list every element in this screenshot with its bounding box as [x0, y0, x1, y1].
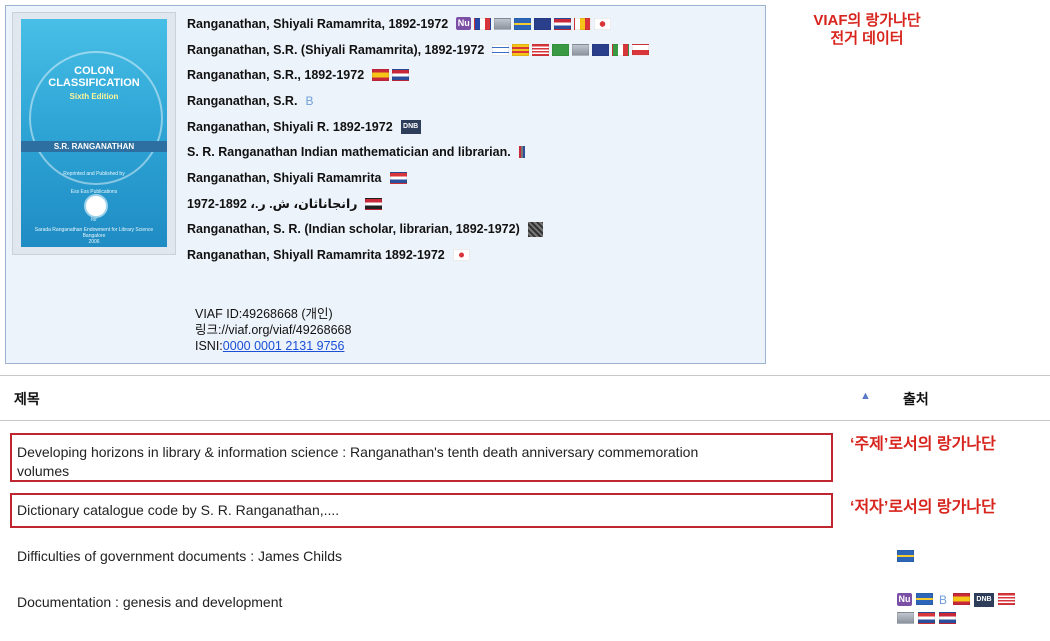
library-flag-icon[interactable] — [494, 17, 512, 30]
cover-author: S.R. RANGANATHAN — [21, 141, 167, 152]
netherlands-flag-icon[interactable] — [392, 69, 410, 82]
column-header-title[interactable]: 제목 — [14, 389, 40, 409]
spain-flag-icon[interactable] — [953, 593, 971, 605]
name-variant-text: Ranganathan, S.R., 1892-1972 — [187, 68, 365, 83]
cover-title-line1: COLON — [74, 65, 114, 77]
row-title[interactable]: Dictionary catalogue code by S. R. Ranga… — [17, 502, 339, 518]
book-cover-image: COLON CLASSIFICATION Sixth Edition S.R. … — [12, 12, 176, 255]
archive-icon[interactable] — [527, 221, 543, 237]
italy-flag-icon[interactable] — [612, 43, 630, 56]
name-variant-text: Ranganathan, Shiyali R. 1892-1972 — [187, 119, 393, 134]
sweden-flag-icon[interactable] — [916, 593, 933, 605]
japan-flag-icon[interactable] — [594, 17, 612, 30]
israel-flag-icon[interactable] — [492, 43, 510, 56]
source-icons: Nu B DNB — [897, 593, 1027, 624]
australia-flag-icon[interactable] — [592, 43, 610, 56]
row-title[interactable]: Documentation : genesis and development — [17, 594, 282, 610]
czech-flag-icon[interactable] — [632, 43, 650, 56]
name-variant-row: رانجاناثان، ش. ر.، 1892-1972 — [187, 191, 767, 217]
cover-for: for — [91, 217, 97, 223]
name-variant-row: Ranganathan, Shiyali R. 1892-1972 DNB — [187, 114, 767, 140]
author-annotation: ‘저자’로서의 랑가나단 — [850, 499, 996, 516]
viaf-annotation-line1: VIAF의 랑가나단 — [813, 12, 921, 29]
name-variant-row: Ranganathan, S.R. B — [187, 88, 767, 114]
name-variant-text: Ranganathan, Shiyali Ramamrita — [187, 170, 382, 185]
sweden-flag-icon[interactable] — [897, 550, 914, 562]
spain-flag-icon[interactable] — [372, 69, 390, 82]
name-variant-row: Ranganathan, S.R. (Shiyali Ramamrita), 1… — [187, 37, 767, 63]
cover-edition: Sixth Edition — [69, 92, 119, 101]
usa-flag-icon[interactable] — [532, 43, 550, 56]
viaf-id: VIAF ID:49268668 (개인) — [195, 307, 333, 321]
netherlands-flag-icon[interactable] — [939, 612, 956, 624]
nu-badge-icon[interactable]: Nu — [897, 593, 912, 606]
croatia-flag-icon[interactable] — [918, 612, 935, 624]
name-variant-list: Ranganathan, Shiyali Ramamrita, 1892-197… — [187, 11, 767, 268]
nu-badge-icon[interactable]: Nu — [456, 17, 472, 31]
netherlands-flag-icon[interactable] — [554, 17, 572, 30]
table-header: 제목 ▲ 출처 — [0, 375, 1050, 421]
name-variant-row: Ranganathan, Shiyali Ramamrita, 1892-197… — [187, 11, 767, 37]
arab-flag-icon[interactable] — [365, 197, 383, 210]
dnb-badge-icon[interactable]: DNB — [400, 119, 421, 134]
isni-line: ISNI:0000 0001 2131 9756 — [195, 338, 351, 354]
globe-icon — [84, 194, 108, 218]
isni-label: ISNI: — [195, 339, 223, 353]
table-row[interactable]: Developing horizons in library & informa… — [0, 421, 1050, 482]
wikidata-icon[interactable] — [518, 146, 525, 159]
viaf-link: 링크://viaf.org/viaf/49268668 — [195, 323, 352, 337]
name-variant-row: Ranganathan, Shiyall Ramamrita 1892-1972 — [187, 242, 767, 268]
usa-flag-icon[interactable] — [998, 593, 1016, 605]
catalonia-flag-icon[interactable] — [512, 43, 530, 56]
library-flag-icon[interactable] — [897, 612, 914, 624]
croatia-flag-icon[interactable] — [389, 171, 407, 184]
cover-year: 2006 — [88, 239, 100, 245]
viaf-meta: VIAF ID:49268668 (개인) 링크://viaf.org/viaf… — [195, 306, 351, 354]
table-row[interactable]: Dictionary catalogue code by S. R. Ranga… — [0, 475, 1050, 528]
table-row[interactable]: Difficulties of government documents : J… — [0, 525, 1050, 573]
france-flag-icon[interactable] — [474, 17, 492, 30]
dnb-badge-icon[interactable]: DNB — [974, 593, 995, 607]
name-variant-text: S. R. Ranganathan Indian mathematician a… — [187, 145, 511, 160]
viaf-annotation: VIAF의 랑가나단 전거 데이터 — [782, 12, 952, 48]
name-variant-text: Ranganathan, S.R. (Shiyali Ramamrita), 1… — [187, 42, 485, 57]
name-variant-text: Ranganathan, Shiyali Ramamrita, 1892-197… — [187, 16, 449, 31]
name-variant-row: Ranganathan, Shiyali Ramamrita — [187, 165, 767, 191]
column-header-source[interactable]: 출처 — [903, 389, 929, 409]
row-title[interactable]: Developing horizons in library & informa… — [17, 443, 698, 462]
titles-table: 제목 ▲ 출처 Developing horizons in library &… — [0, 375, 1050, 624]
name-variant-text: Ranganathan, Shiyall Ramamrita 1892-1972 — [187, 248, 445, 263]
sort-ascending-icon[interactable]: ▲ — [860, 390, 871, 402]
name-variant-row: S. R. Ranganathan Indian mathematician a… — [187, 139, 767, 165]
cover-publisher: Ess Ess Publications — [70, 189, 118, 195]
viaf-authority-box: COLON CLASSIFICATION Sixth Edition S.R. … — [5, 5, 766, 364]
belgium-flag-icon[interactable] — [574, 17, 592, 30]
row-title[interactable]: Difficulties of government documents : J… — [17, 548, 342, 564]
source-icons — [897, 550, 1027, 562]
name-variant-row: Ranganathan, S. R. (Indian scholar, libr… — [187, 217, 767, 243]
cover-title-line2: CLASSIFICATION — [48, 77, 140, 89]
brazil-flag-icon[interactable] — [552, 43, 570, 56]
library-flag-icon[interactable] — [572, 43, 590, 56]
korea-flag-icon[interactable] — [452, 249, 470, 262]
cover-note: Reprinted and Published by — [63, 171, 125, 177]
name-variant-text: رانجاناثان، ش. ر.، 1892-1972 — [187, 197, 358, 212]
sweden-flag-icon[interactable] — [514, 17, 532, 30]
isni-link[interactable]: 0000 0001 2131 9756 — [223, 339, 345, 353]
viaf-annotation-line2: 전거 데이터 — [830, 30, 904, 47]
subject-annotation: ‘주제’로서의 랑가나단 — [850, 436, 996, 453]
library-flag-icon[interactable] — [534, 17, 552, 30]
b-badge-icon[interactable]: B — [305, 94, 313, 108]
name-variant-text: Ranganathan, S. R. (Indian scholar, libr… — [187, 222, 520, 237]
name-variant-row: Ranganathan, S.R., 1892-1972 — [187, 62, 767, 88]
name-variant-text: Ranganathan, S.R. — [187, 93, 298, 108]
b-badge-icon[interactable]: B — [939, 593, 947, 607]
table-row[interactable]: Documentation : genesis and development … — [0, 573, 1050, 624]
